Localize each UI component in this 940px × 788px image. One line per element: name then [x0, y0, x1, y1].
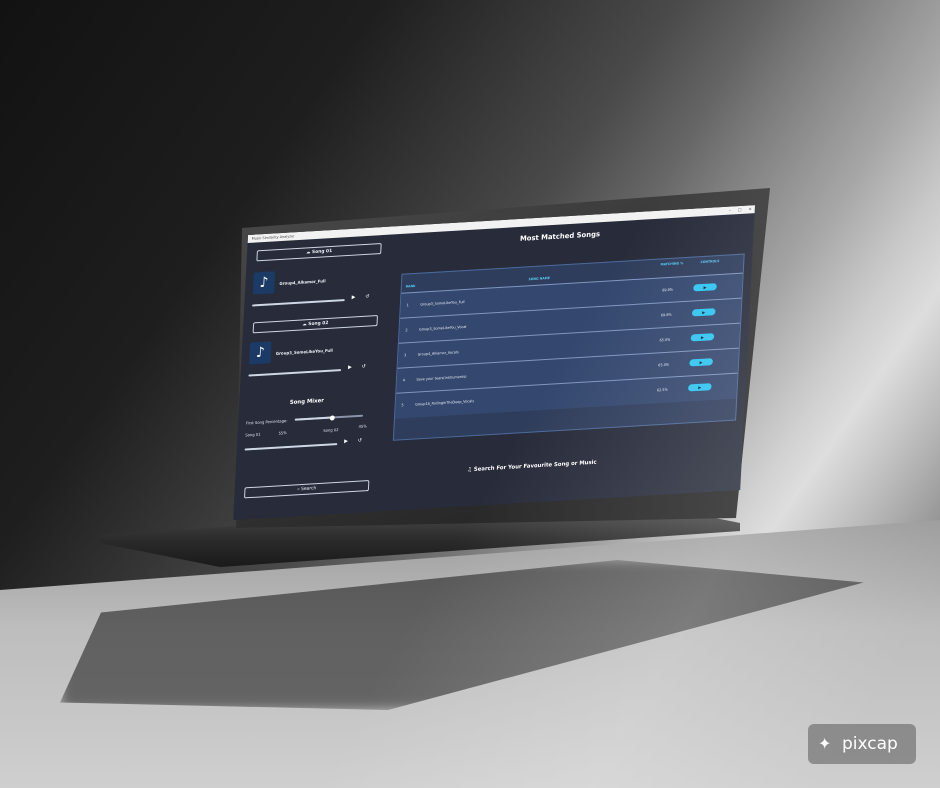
row-match: 69.8% [660, 312, 672, 318]
pixcap-watermark: ✦ pixcap [808, 724, 916, 764]
row-song-name: Group16_RollinginTheDeep_Vocals [415, 399, 475, 407]
footer-search-text: Search For Your Favourite Song or Music [473, 459, 597, 473]
row-play-button[interactable]: ▶ [693, 283, 717, 292]
mix-play-icon[interactable]: ▶ [344, 438, 348, 444]
pixcap-logo-icon: ✦ [818, 734, 832, 753]
mix-progress-track[interactable] [244, 443, 338, 451]
search-button[interactable]: ⌕ Search [244, 480, 370, 499]
song1-name: Group4_Alkamor_Full [279, 278, 326, 286]
song1-play-icon[interactable]: ▶ [352, 294, 356, 300]
mixer-slider-fill [294, 416, 333, 421]
favourite-search-prompt[interactable]: ♫ Search For Your Favourite Song or Musi… [467, 460, 597, 474]
row-match: 69.8% [662, 287, 674, 293]
col-rank-header: RANK [405, 283, 416, 289]
mixer-song1-label: Song 01 [245, 431, 261, 438]
row-match: 65.0% [658, 362, 670, 368]
most-matched-title: Most Matched Songs [519, 230, 601, 243]
mixer-song1-percentage: 55% [278, 430, 287, 436]
music-note-icon: ♪ [249, 341, 272, 365]
laptop-display: Music Similarity Analyzer – □ ✕ ☁ Song 0… [233, 205, 755, 520]
mix-reset-icon[interactable]: ↺ [358, 438, 362, 444]
song2-play-icon[interactable]: ▶ [348, 364, 352, 370]
song1-reset-icon[interactable]: ↺ [365, 294, 369, 300]
row-rank: 3 [403, 353, 407, 358]
song2-name: Group3_SomeLikeYou_Full [275, 347, 333, 356]
row-rank: 2 [405, 328, 408, 333]
song1-button-label: Song 01 [311, 248, 333, 256]
mixer-slider-thumb[interactable] [329, 414, 335, 421]
row-play-button[interactable]: ▶ [690, 333, 715, 342]
song-mixer-title: Song Mixer [289, 398, 324, 407]
matches-table: RANK SONG NAME MATCHING % CONTROLS 1 Gro… [392, 253, 745, 441]
col-song-name-header: SONG NAME [528, 276, 551, 282]
row-play-button[interactable]: ▶ [691, 308, 716, 317]
row-song-name: Group3_SomeLikeYou_Vocal [418, 324, 467, 332]
row-play-button[interactable]: ▶ [689, 358, 714, 367]
song1-upload-button[interactable]: ☁ Song 01 [256, 243, 382, 262]
row-match: 65.0% [659, 337, 671, 343]
mixer-song2-percentage: 45% [358, 423, 367, 429]
row-song-name: Group4_Alkamor_Vocals [417, 350, 459, 357]
col-controls-header: CONTROLS [700, 259, 720, 265]
row-rank: 4 [402, 378, 406, 383]
song2-reset-icon[interactable]: ↺ [362, 364, 366, 370]
pixcap-watermark-text: pixcap [842, 734, 898, 754]
first-song-percentage-label: First Song Percentage: [245, 418, 288, 426]
song2-upload-button[interactable]: ☁ Song 02 [252, 315, 378, 334]
left-panel: ☁ Song 01 ♪ Group4_Alkamor_Full ▶ ↺ ☁ So… [233, 234, 394, 520]
col-matching-header: MATCHING % [660, 261, 684, 267]
music-note-icon: ♪ [252, 271, 276, 295]
search-button-label: Search [300, 486, 317, 493]
song2-progress-track[interactable] [248, 369, 342, 377]
song1-progress-track[interactable] [252, 299, 345, 307]
row-song-name: Save your tears(instruments) [416, 374, 467, 382]
song2-button-label: Song 02 [308, 320, 329, 328]
row-song-name: Group3_SomeLikeYou_Full [420, 299, 465, 307]
mixer-song2-label: Song 02 [323, 427, 339, 433]
row-rank: 5 [401, 403, 404, 408]
row-rank: 1 [406, 303, 409, 308]
row-play-button[interactable]: ▶ [687, 383, 712, 392]
right-panel: Most Matched Songs RANK SONG NAME MATCHI… [379, 213, 754, 511]
row-match: 62.5% [656, 387, 668, 393]
